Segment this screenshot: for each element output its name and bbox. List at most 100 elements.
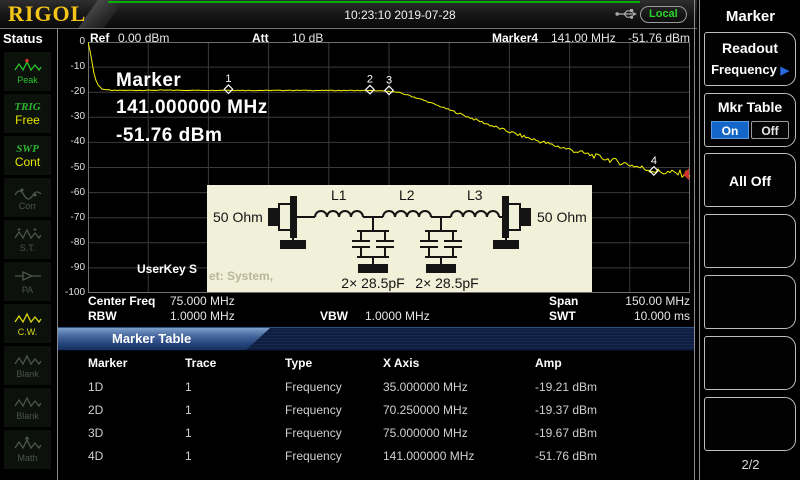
readout-button-value: Frequency ▶ [705, 62, 795, 77]
mkr-table-on-toggle[interactable]: On [711, 121, 749, 139]
status-item-corr: Corr [4, 178, 51, 217]
swt-value: 10.000 ms [595, 309, 690, 323]
cell: 141.000000 MHz [383, 449, 474, 463]
peak-icon [13, 58, 43, 74]
span-label: Span [549, 294, 578, 308]
col-xaxis: X Axis [383, 356, 419, 370]
col-type: Type [285, 356, 312, 370]
status-item-s-t-: S.T. [4, 220, 51, 259]
marker-3-number: 3 [386, 74, 392, 86]
menu-button-empty-2[interactable] [704, 275, 796, 329]
menu-page-indicator: 2/2 [700, 457, 800, 472]
inductor-l2-label: L2 [399, 187, 415, 203]
y-tick-label: -50 [56, 162, 85, 173]
top-bar: RIGOL 10:23:10 2019-07-28 Local [0, 0, 697, 29]
y-tick-label: -100 [56, 287, 85, 298]
col-amp: Amp [535, 356, 562, 370]
y-tick-label: -40 [56, 136, 85, 147]
cell: 75.000000 MHz [383, 426, 468, 440]
math-icon [13, 436, 43, 452]
cell: 1 [185, 403, 192, 417]
readout-button-label: Readout [705, 40, 795, 56]
readout-button[interactable]: Readout Frequency ▶ [704, 32, 796, 86]
cell: -19.67 dBm [535, 426, 597, 440]
circuit-overlay: et: System, [207, 185, 592, 292]
status-item-c-w-: C.W. [4, 304, 51, 343]
y-tick-label: 0 [56, 36, 85, 47]
marker-1-number: 1 [225, 73, 231, 85]
blank-icon [13, 352, 43, 368]
cell: Frequency [285, 449, 342, 463]
corr-icon [13, 184, 43, 200]
y-tick-label: -90 [56, 262, 85, 273]
y-tick-label: -30 [56, 111, 85, 122]
cap1-value-label: 2× 28.5pF [341, 275, 404, 291]
y-tick-label: -70 [56, 212, 85, 223]
vbw-value: 1.0000 MHz [365, 309, 430, 323]
status-item-trig: TRIGFree [4, 94, 51, 133]
y-tick-label: -60 [56, 187, 85, 198]
col-marker: Marker [88, 356, 127, 370]
marker-readout-freq: 141.000000 MHz [116, 97, 268, 119]
cell: 3D [88, 426, 103, 440]
cell: 1 [185, 426, 192, 440]
y-tick-label: -10 [56, 61, 85, 72]
cell: 1 [185, 449, 192, 463]
menu-divider [694, 0, 695, 480]
cell: 35.000000 MHz [383, 380, 468, 394]
inductor-l1-label: L1 [331, 187, 347, 203]
y-tick-label: -20 [56, 86, 85, 97]
marker-readout-title: Marker [116, 70, 181, 92]
trace-end-marker [683, 168, 689, 180]
cell: Frequency [285, 403, 342, 417]
col-trace: Trace [185, 356, 216, 370]
swt-label: SWT [549, 309, 576, 323]
status-item-peak: Peak [4, 52, 51, 91]
status-item-math: Math [4, 430, 51, 469]
top-green-line [108, 1, 640, 3]
vbw-label: VBW [320, 309, 348, 323]
y-tick-label: -80 [56, 237, 85, 248]
all-off-button[interactable]: All Off [704, 153, 796, 207]
clock: 10:23:10 2019-07-28 [280, 8, 520, 22]
mkr-table-off-toggle[interactable]: Off [751, 121, 789, 139]
marker-4-number: 4 [651, 155, 657, 167]
cw-icon [13, 310, 43, 326]
cell: -19.21 dBm [535, 380, 597, 394]
blank-icon [13, 394, 43, 410]
status-header: Status [3, 31, 43, 46]
right-impedance-label: 50 Ohm [537, 209, 587, 225]
status-item-pa: PA [4, 262, 51, 301]
cell: -19.37 dBm [535, 403, 597, 417]
marker-table-header-bar: Marker Table [58, 327, 694, 351]
inductor-l3-label: L3 [467, 187, 483, 203]
menu-button-empty-1[interactable] [704, 214, 796, 268]
menu-title: Marker [700, 8, 800, 25]
cell: 2D [88, 403, 103, 417]
menu-button-empty-4[interactable] [704, 397, 796, 451]
menu-button-empty-3[interactable] [704, 336, 796, 390]
status-item-blank: Blank [4, 346, 51, 385]
pa-icon [13, 268, 43, 284]
cell: 1D [88, 380, 103, 394]
rbw-value: 1.0000 MHz [170, 309, 235, 323]
mkr-table-button[interactable]: Mkr Table On Off [704, 93, 796, 147]
center-freq-label: Center Freq [88, 294, 155, 308]
cell: -51.76 dBm [535, 449, 597, 463]
userkey-message: UserKey S [137, 262, 197, 276]
center-freq-value: 75.000 MHz [170, 294, 235, 308]
status-item-swp: SWPCont [4, 136, 51, 175]
st-icon [13, 226, 43, 242]
spectrum-analyzer-screen: RIGOL 10:23:10 2019-07-28 Local Status P… [0, 0, 800, 480]
rigol-logo: RIGOL [8, 1, 86, 27]
submenu-arrow-icon: ▶ [780, 65, 788, 77]
cap2-value-label: 2× 28.5pF [415, 275, 478, 291]
marker-table-title: Marker Table [112, 331, 191, 346]
cell: 4D [88, 449, 103, 463]
softkey-menu: Marker Readout Frequency ▶ Mkr Table On … [699, 0, 800, 480]
cell: Frequency [285, 426, 342, 440]
marker-readout-amp: -51.76 dBm [116, 125, 222, 147]
local-badge: Local [640, 6, 687, 23]
status-item-blank: Blank [4, 388, 51, 427]
left-impedance-label: 50 Ohm [213, 209, 263, 225]
